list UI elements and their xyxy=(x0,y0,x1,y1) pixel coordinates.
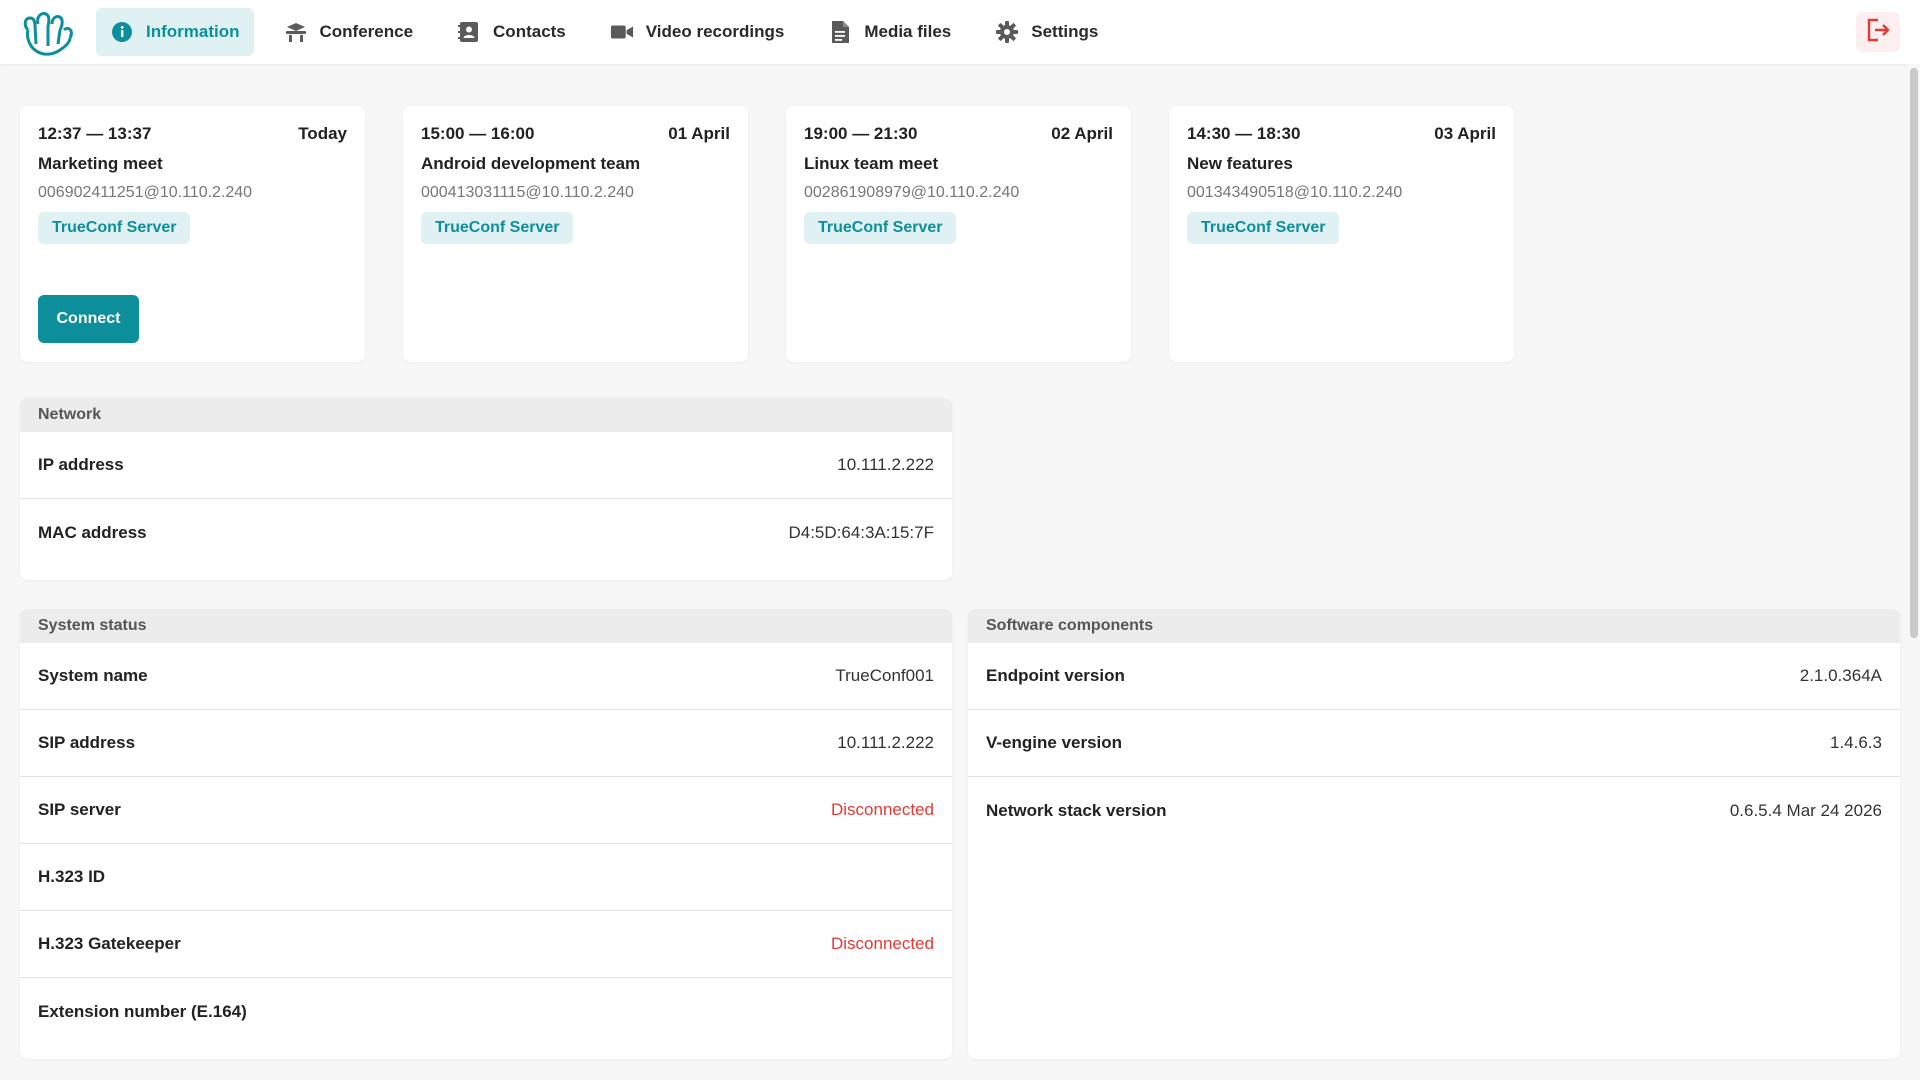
system-status-panel: System status System name TrueConf001 SI… xyxy=(20,609,952,1059)
status-value: Disconnected xyxy=(830,934,934,953)
info-icon xyxy=(110,20,134,44)
conference-card[interactable]: 12:37 — 13:37 Today Marketing meet 00690… xyxy=(20,106,365,362)
logout-icon xyxy=(1865,17,1891,48)
conference-card[interactable]: 15:00 — 16:00 01 April Android developme… xyxy=(403,106,748,362)
conference-icon xyxy=(284,20,308,44)
gear-icon xyxy=(995,20,1019,44)
conference-address: 002861908979@10.110.2.240 xyxy=(804,184,1020,201)
row-label: V-engine version xyxy=(986,733,1123,752)
nav-item-contacts[interactable]: Contacts xyxy=(443,8,580,56)
row-value: 0.6.5.4 Mar 24 2026 xyxy=(1729,800,1882,820)
scrollbar-thumb[interactable] xyxy=(1910,68,1918,638)
panel-title: Software components xyxy=(968,609,1900,643)
row-value: 10.111.2.222 xyxy=(837,733,934,752)
row-value: TrueConf001 xyxy=(835,666,934,685)
nav-item-label: Information xyxy=(146,22,240,41)
row-value: D4:5D:64:3A:15:7F xyxy=(788,522,934,542)
app-logo[interactable] xyxy=(18,8,78,58)
server-badge: TrueConf Server xyxy=(804,212,957,244)
row-label: SIP server xyxy=(38,800,121,819)
info-row: IP address 10.111.2.222 xyxy=(20,432,952,499)
top-bar: Information Conference Contacts Video re… xyxy=(0,0,1920,64)
conference-time: 15:00 — 16:00 xyxy=(421,124,535,143)
server-badge: TrueConf Server xyxy=(421,212,574,244)
row-label: Endpoint version xyxy=(986,666,1125,685)
panel-title: Network xyxy=(20,398,952,432)
nav-item-label: Video recordings xyxy=(645,22,785,41)
row-label: H.323 ID xyxy=(38,867,106,886)
nav-item-label: Contacts xyxy=(493,22,566,41)
conference-date: 03 April xyxy=(1434,124,1496,143)
conference-date: Today xyxy=(298,124,347,143)
info-row: V-engine version 1.4.6.3 xyxy=(968,710,1900,777)
conference-title: New features xyxy=(1187,154,1293,173)
nav-item-information[interactable]: Information xyxy=(96,8,254,56)
logout-button[interactable] xyxy=(1856,12,1900,52)
nav-item-label: Settings xyxy=(1031,22,1099,41)
server-badge: TrueConf Server xyxy=(38,212,191,244)
conference-time: 14:30 — 18:30 xyxy=(1187,124,1301,143)
row-label: Network stack version xyxy=(986,800,1167,820)
conference-address: 000413031115@10.110.2.240 xyxy=(421,184,634,201)
main-nav: Information Conference Contacts Video re… xyxy=(96,8,1128,56)
info-row: Endpoint version 2.1.0.364A xyxy=(968,643,1900,710)
row-label: IP address xyxy=(38,455,124,474)
nav-item-media-files[interactable]: Media files xyxy=(814,8,965,56)
nav-item-settings[interactable]: Settings xyxy=(981,8,1112,56)
info-row: H.323 ID xyxy=(20,844,952,911)
conference-card[interactable]: 19:00 — 21:30 02 April Linux team meet 0… xyxy=(786,106,1131,362)
conference-address: 001343490518@10.110.2.240 xyxy=(1187,184,1403,201)
conference-date: 02 April xyxy=(1051,124,1113,143)
row-value: 2.1.0.364A xyxy=(1799,666,1882,685)
row-label: H.323 Gatekeeper xyxy=(38,934,181,953)
video-camera-icon xyxy=(610,20,634,44)
nav-item-label: Media files xyxy=(864,22,952,41)
conference-title: Marketing meet xyxy=(38,154,163,173)
conference-time: 19:00 — 21:30 xyxy=(804,124,918,143)
server-badge: TrueConf Server xyxy=(1187,212,1340,244)
row-label: Extension number (E.164) xyxy=(38,1001,247,1021)
info-row: SIP server Disconnected xyxy=(20,777,952,844)
info-row: Extension number (E.164) xyxy=(20,978,952,1045)
conference-cards: 12:37 — 13:37 Today Marketing meet 00690… xyxy=(20,106,1514,362)
network-panel: Network IP address 10.111.2.222 MAC addr… xyxy=(20,398,952,580)
conference-address: 006902411251@10.110.2.240 xyxy=(38,184,253,201)
info-row: Network stack version 0.6.5.4 Mar 24 202… xyxy=(968,777,1900,844)
info-row: SIP address 10.111.2.222 xyxy=(20,710,952,777)
contacts-icon xyxy=(457,20,481,44)
nav-item-video-recordings[interactable]: Video recordings xyxy=(596,8,799,56)
row-value: 1.4.6.3 xyxy=(1830,733,1882,752)
conference-date: 01 April xyxy=(668,124,730,143)
file-icon xyxy=(828,20,852,44)
row-label: SIP address xyxy=(38,733,136,752)
connect-button[interactable]: Connect xyxy=(38,295,139,343)
software-components-panel: Software components Endpoint version 2.1… xyxy=(968,609,1900,1059)
conference-title: Android development team xyxy=(421,154,641,173)
panel-title: System status xyxy=(20,609,952,643)
row-value: 10.111.2.222 xyxy=(837,455,934,474)
status-value: Disconnected xyxy=(830,800,934,819)
conference-card[interactable]: 14:30 — 18:30 03 April New features 0013… xyxy=(1169,106,1514,362)
info-row: System name TrueConf001 xyxy=(20,643,952,710)
conference-time: 12:37 — 13:37 xyxy=(38,124,152,143)
info-row: H.323 Gatekeeper Disconnected xyxy=(20,911,952,978)
info-row: MAC address D4:5D:64:3A:15:7F xyxy=(20,499,952,566)
conference-title: Linux team meet xyxy=(804,154,939,173)
nav-item-label: Conference xyxy=(319,22,414,41)
row-label: MAC address xyxy=(38,522,147,542)
row-label: System name xyxy=(38,666,148,685)
nav-item-conference[interactable]: Conference xyxy=(270,8,428,56)
